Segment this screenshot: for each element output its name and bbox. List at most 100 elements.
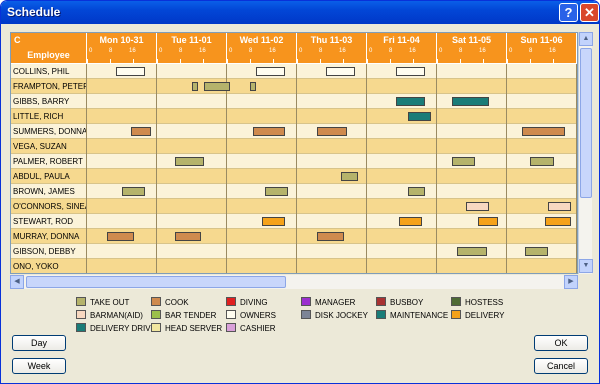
legend-item-owners: OWNERS [226, 310, 276, 322]
day-divider [156, 109, 157, 124]
employee-row[interactable]: GIBSON, DEBBY [11, 244, 577, 259]
day-divider [226, 94, 227, 109]
day-header[interactable]: Thu 11-03 [297, 33, 367, 47]
day-header[interactable]: Sat 11-05 [437, 33, 507, 47]
shift-bar-cook[interactable] [521, 127, 566, 136]
employee-row[interactable]: MURRAY, DONNA [11, 229, 577, 244]
employee-row[interactable]: FRAMPTON, PETER [11, 79, 577, 94]
day-divider [436, 184, 437, 199]
shift-bar-take-out[interactable] [174, 157, 204, 166]
day-divider [506, 244, 507, 259]
shift-bar-maintenance[interactable] [396, 97, 426, 106]
legend-swatch [151, 310, 161, 319]
employee-name: MURRAY, DONNA [11, 229, 87, 244]
vertical-scrollbar[interactable]: ▲ ▼ [578, 32, 593, 274]
shift-bar-delivery[interactable] [544, 217, 572, 226]
day-divider [156, 154, 157, 169]
employee-row[interactable]: GIBBS, BARRY [11, 94, 577, 109]
scroll-down-icon[interactable]: ▼ [579, 259, 593, 273]
horizontal-scrollbar[interactable]: ◀ ▶ [10, 275, 578, 289]
day-header[interactable]: Tue 11-01 [157, 33, 227, 47]
scroll-left-icon[interactable]: ◀ [10, 275, 24, 289]
shift-bar-take-out[interactable] [530, 157, 554, 166]
shift-bar-delivery[interactable] [262, 217, 286, 226]
day-header-row: C Mon 10-31 Tue 11-01 Wed 11-02 Thu 11-03 Fr… [11, 33, 577, 47]
shift-bar-maintenance[interactable] [407, 112, 432, 121]
employee-row[interactable]: COLLINS, PHIL [11, 64, 577, 79]
shift-bar-maintenance[interactable] [451, 97, 490, 106]
day-header[interactable]: Sun 11-06 [507, 33, 577, 47]
hour-ticks: 0 8 16 [367, 47, 437, 63]
title-bar[interactable]: Schedule ? ✕ [1, 1, 599, 24]
legend-item-delivery: DELIVERY [451, 310, 504, 322]
employee-row[interactable]: BROWN, JAMES [11, 184, 577, 199]
legend-label: TAKE OUT [90, 298, 130, 307]
day-header[interactable]: Mon 10-31 [87, 33, 157, 47]
employee-row[interactable]: SUMMERS, DONNA [11, 124, 577, 139]
employee-row[interactable]: VEGA, SUZAN [11, 139, 577, 154]
day-divider [366, 79, 367, 94]
tick-label: 0 [369, 48, 373, 54]
shift-bar-take-out[interactable] [192, 82, 198, 91]
scroll-up-icon[interactable]: ▲ [579, 32, 593, 46]
scroll-right-icon[interactable]: ▶ [564, 275, 578, 289]
shift-bar-cook[interactable] [317, 232, 344, 241]
day-header[interactable]: Fri 11-04 [367, 33, 437, 47]
shift-bar-take-out[interactable] [451, 157, 475, 166]
shift-bar-owners[interactable] [326, 67, 356, 76]
cancel-button[interactable]: Cancel [534, 358, 588, 374]
shift-bar-cook[interactable] [253, 127, 286, 136]
vertical-scroll-thumb[interactable] [580, 48, 592, 198]
shift-bar-take-out[interactable] [340, 172, 359, 181]
shift-bar-take-out[interactable] [264, 187, 289, 196]
shift-bar-cook[interactable] [317, 127, 347, 136]
shift-bar-barman[interactable] [466, 202, 490, 211]
shift-bar-cook[interactable] [174, 232, 201, 241]
tick-label: 8 [179, 48, 183, 54]
tick-label: 0 [229, 48, 233, 54]
horizontal-scroll-thumb[interactable] [26, 276, 286, 288]
employee-row[interactable]: STEWART, ROD [11, 214, 577, 229]
shift-bar-take-out[interactable] [122, 187, 146, 196]
shift-bar-barman[interactable] [547, 202, 572, 211]
day-divider [156, 244, 157, 259]
tick-mark [320, 59, 321, 63]
tick-mark [203, 59, 204, 63]
employee-row[interactable]: ABDUL, PAULA [11, 169, 577, 184]
employee-row[interactable]: ONO, YOKO [11, 259, 577, 273]
shift-bar-take-out[interactable] [203, 82, 230, 91]
employee-row[interactable]: LITTLE, RICH [11, 109, 577, 124]
shift-bar-owners[interactable] [256, 67, 286, 76]
shift-bar-take-out[interactable] [457, 247, 487, 256]
employee-name: BROWN, JAMES [11, 184, 87, 199]
shift-bar-take-out[interactable] [250, 82, 257, 91]
shift-bar-cook[interactable] [130, 127, 152, 136]
legend-item-cashier: CASHIER [226, 323, 276, 335]
role-legend: TAKE OUT COOK DIVING MANAGER BUSBOY HOSTESS BA… [76, 297, 516, 337]
employee-column-header[interactable]: Employee [11, 47, 87, 63]
hour-ticks: 0 8 16 [507, 47, 577, 63]
day-divider [506, 184, 507, 199]
shift-bar-delivery[interactable] [477, 217, 499, 226]
day-divider [296, 124, 297, 139]
shift-bar-take-out[interactable] [407, 187, 426, 196]
week-view-button[interactable]: Week [12, 358, 66, 374]
shift-bar-owners[interactable] [396, 67, 426, 76]
employee-row[interactable]: O'CONNORS, SINEAD [11, 199, 577, 214]
tick-label: 16 [549, 48, 556, 54]
schedule-grid[interactable]: C Mon 10-31 Tue 11-01 Wed 11-02 Thu 11-03 Fr… [10, 32, 578, 274]
day-view-button[interactable]: Day [12, 335, 66, 351]
close-button[interactable]: ✕ [580, 3, 599, 22]
employee-name: SUMMERS, DONNA [11, 124, 87, 139]
help-button[interactable]: ? [559, 3, 578, 22]
shift-bar-delivery[interactable] [399, 217, 423, 226]
ok-button[interactable]: OK [534, 335, 588, 351]
employee-row[interactable]: PALMER, ROBERT [11, 154, 577, 169]
shift-bar-take-out[interactable] [524, 247, 548, 256]
day-divider [576, 124, 577, 139]
shift-bar-owners[interactable] [116, 67, 146, 76]
day-header[interactable]: Wed 11-02 [227, 33, 297, 47]
shift-bar-cook[interactable] [107, 232, 134, 241]
day-divider [576, 229, 577, 244]
day-divider [506, 259, 507, 273]
